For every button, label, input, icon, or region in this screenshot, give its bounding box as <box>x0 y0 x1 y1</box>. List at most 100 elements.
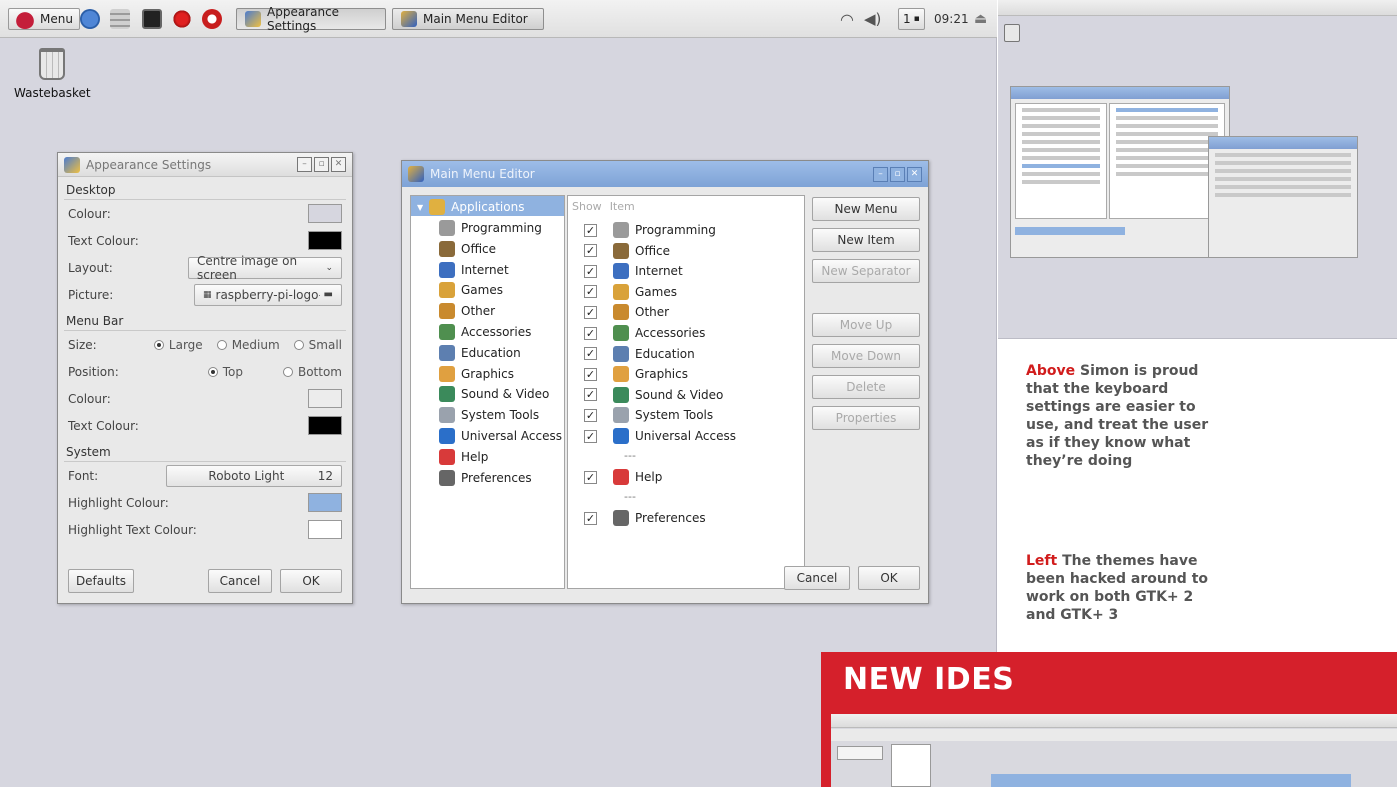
delete-button[interactable]: Delete <box>812 375 920 399</box>
defaults-button[interactable]: Defaults <box>68 569 134 593</box>
cancel-button[interactable]: Cancel <box>208 569 272 593</box>
ok-button[interactable]: OK <box>858 566 920 590</box>
menu-button[interactable]: Menu <box>8 8 80 30</box>
close-icon[interactable]: ✕ <box>907 166 922 182</box>
move-down-button[interactable]: Move Down <box>812 344 920 368</box>
column-header-show[interactable]: Show <box>572 200 602 213</box>
task-main-menu-editor[interactable]: Main Menu Editor <box>392 8 544 30</box>
tree-item[interactable]: Programming <box>439 218 542 238</box>
show-checkbox[interactable]: ✓ <box>584 408 597 422</box>
tree-item-label: Office <box>461 241 497 256</box>
separator-item[interactable]: --- <box>624 449 636 462</box>
tree-item[interactable]: Office <box>439 239 496 259</box>
window-controls: – ▫ ✕ <box>297 157 346 172</box>
tree-item[interactable]: Universal Access <box>439 426 562 446</box>
separator-item[interactable]: --- <box>624 490 636 503</box>
tree-item[interactable]: Preferences <box>439 468 532 488</box>
move-up-button[interactable]: Move Up <box>812 313 920 337</box>
file-manager-icon[interactable] <box>110 8 130 30</box>
show-checkbox[interactable]: ✓ <box>584 244 597 258</box>
task-appearance-settings[interactable]: Appearance Settings <box>236 5 386 33</box>
list-item[interactable]: ✓ Help <box>584 467 662 487</box>
list-item[interactable]: ✓ Other <box>584 302 669 322</box>
main-menu-editor-window: Main Menu Editor – ▫ ✕ ▼ Applications Pr… <box>401 160 929 604</box>
desktop-text-colour-picker[interactable] <box>308 231 342 250</box>
list-item[interactable]: ✓ Sound & Video <box>584 385 723 405</box>
list-item[interactable]: ✓ Games <box>584 282 677 302</box>
list-item[interactable]: ✓ Universal Access <box>584 426 736 446</box>
wifi-icon[interactable]: ◠ <box>840 8 854 30</box>
show-checkbox[interactable]: ✓ <box>584 305 597 319</box>
show-checkbox[interactable]: ✓ <box>584 326 597 340</box>
show-checkbox[interactable]: ✓ <box>584 511 597 525</box>
workspace-switcher[interactable]: 1 ▪ <box>898 8 925 30</box>
tree-item[interactable]: Help <box>439 447 488 467</box>
menubar-colour-picker[interactable] <box>308 389 342 408</box>
mathematica-icon[interactable] <box>172 8 192 30</box>
eject-icon[interactable]: ⏏ <box>974 8 987 30</box>
show-checkbox[interactable]: ✓ <box>584 223 597 237</box>
category-tree[interactable]: ▼ Applications Programming Office Internet… <box>410 195 565 589</box>
font-button[interactable]: Roboto Light 12 <box>166 464 342 487</box>
appearance-titlebar[interactable]: Appearance Settings – ▫ ✕ <box>58 153 352 177</box>
list-item[interactable]: ✓ Office <box>584 241 670 261</box>
tree-item[interactable]: Education <box>439 343 521 363</box>
maximize-icon[interactable]: ▫ <box>890 166 905 182</box>
tree-item[interactable]: Graphics <box>439 364 514 384</box>
new-menu-button[interactable]: New Menu <box>812 197 920 221</box>
show-checkbox[interactable]: ✓ <box>584 388 597 402</box>
menu-editor-titlebar[interactable]: Main Menu Editor – ▫ ✕ <box>402 161 928 187</box>
new-separator-button[interactable]: New Separator <box>812 259 920 283</box>
tree-item[interactable]: Accessories <box>439 322 531 342</box>
list-item[interactable]: ✓ Education <box>584 344 695 364</box>
menubar-text-colour-picker[interactable] <box>308 416 342 435</box>
terminal-icon[interactable] <box>142 8 162 30</box>
position-bottom-radio[interactable]: Bottom <box>282 365 342 379</box>
show-checkbox[interactable]: ✓ <box>584 429 597 443</box>
ok-button[interactable]: OK <box>280 569 342 593</box>
size-small-radio[interactable]: Small <box>293 338 342 352</box>
list-item[interactable]: ✓ Programming <box>584 220 716 240</box>
minimize-icon[interactable]: – <box>873 166 888 182</box>
highlight-text-colour-picker[interactable] <box>308 520 342 539</box>
size-large-radio[interactable]: Large <box>153 338 203 352</box>
tree-root-applications[interactable]: ▼ Applications <box>417 197 524 217</box>
list-item[interactable]: ✓ Graphics <box>584 364 688 384</box>
cancel-button[interactable]: Cancel <box>784 566 850 590</box>
minimize-icon[interactable]: – <box>297 157 312 172</box>
wastebasket-desktop-icon[interactable]: Wastebasket <box>14 48 91 100</box>
desktop-colour-picker[interactable] <box>308 204 342 223</box>
properties-button[interactable]: Properties <box>812 406 920 430</box>
position-top-radio[interactable]: Top <box>207 365 243 379</box>
item-icon <box>613 407 629 424</box>
show-checkbox[interactable]: ✓ <box>584 285 597 299</box>
column-header-item[interactable]: Item <box>610 200 635 213</box>
category-icon <box>439 469 455 486</box>
new-item-button[interactable]: New Item <box>812 228 920 252</box>
wolfram-icon[interactable] <box>202 8 222 30</box>
show-checkbox[interactable]: ✓ <box>584 470 597 484</box>
tree-item[interactable]: Internet <box>439 260 509 280</box>
volume-icon[interactable]: ◀) <box>864 8 881 30</box>
maximize-icon[interactable]: ▫ <box>314 157 329 172</box>
list-item[interactable]: ✓ Preferences <box>584 508 706 528</box>
highlight-colour-picker[interactable] <box>308 493 342 512</box>
show-checkbox[interactable]: ✓ <box>584 367 597 381</box>
show-checkbox[interactable]: ✓ <box>584 347 597 361</box>
menubar-colour-row: Colour: <box>64 385 346 412</box>
menu-items-list[interactable]: Show Item ✓ Programming ✓ Office ✓ Internet ✓ G… <box>567 195 805 589</box>
tree-item[interactable]: Sound & Video <box>439 384 549 404</box>
tree-item[interactable]: Other <box>439 301 495 321</box>
size-medium-radio[interactable]: Medium <box>216 338 280 352</box>
picture-chooser[interactable]: ▦ raspberry-pi-logo-... ▬ <box>194 283 342 306</box>
list-item[interactable]: ✓ Internet <box>584 261 683 281</box>
layout-select[interactable]: Centre image on screen ⌄ <box>188 254 342 282</box>
list-item[interactable]: ✓ System Tools <box>584 405 713 425</box>
tree-item[interactable]: System Tools <box>439 405 539 425</box>
browser-icon[interactable] <box>80 8 100 30</box>
close-icon[interactable]: ✕ <box>331 157 346 172</box>
workspace-indicator-icon: ▪ <box>913 14 920 24</box>
list-item[interactable]: ✓ Accessories <box>584 323 705 343</box>
tree-item[interactable]: Games <box>439 280 503 300</box>
show-checkbox[interactable]: ✓ <box>584 264 597 278</box>
